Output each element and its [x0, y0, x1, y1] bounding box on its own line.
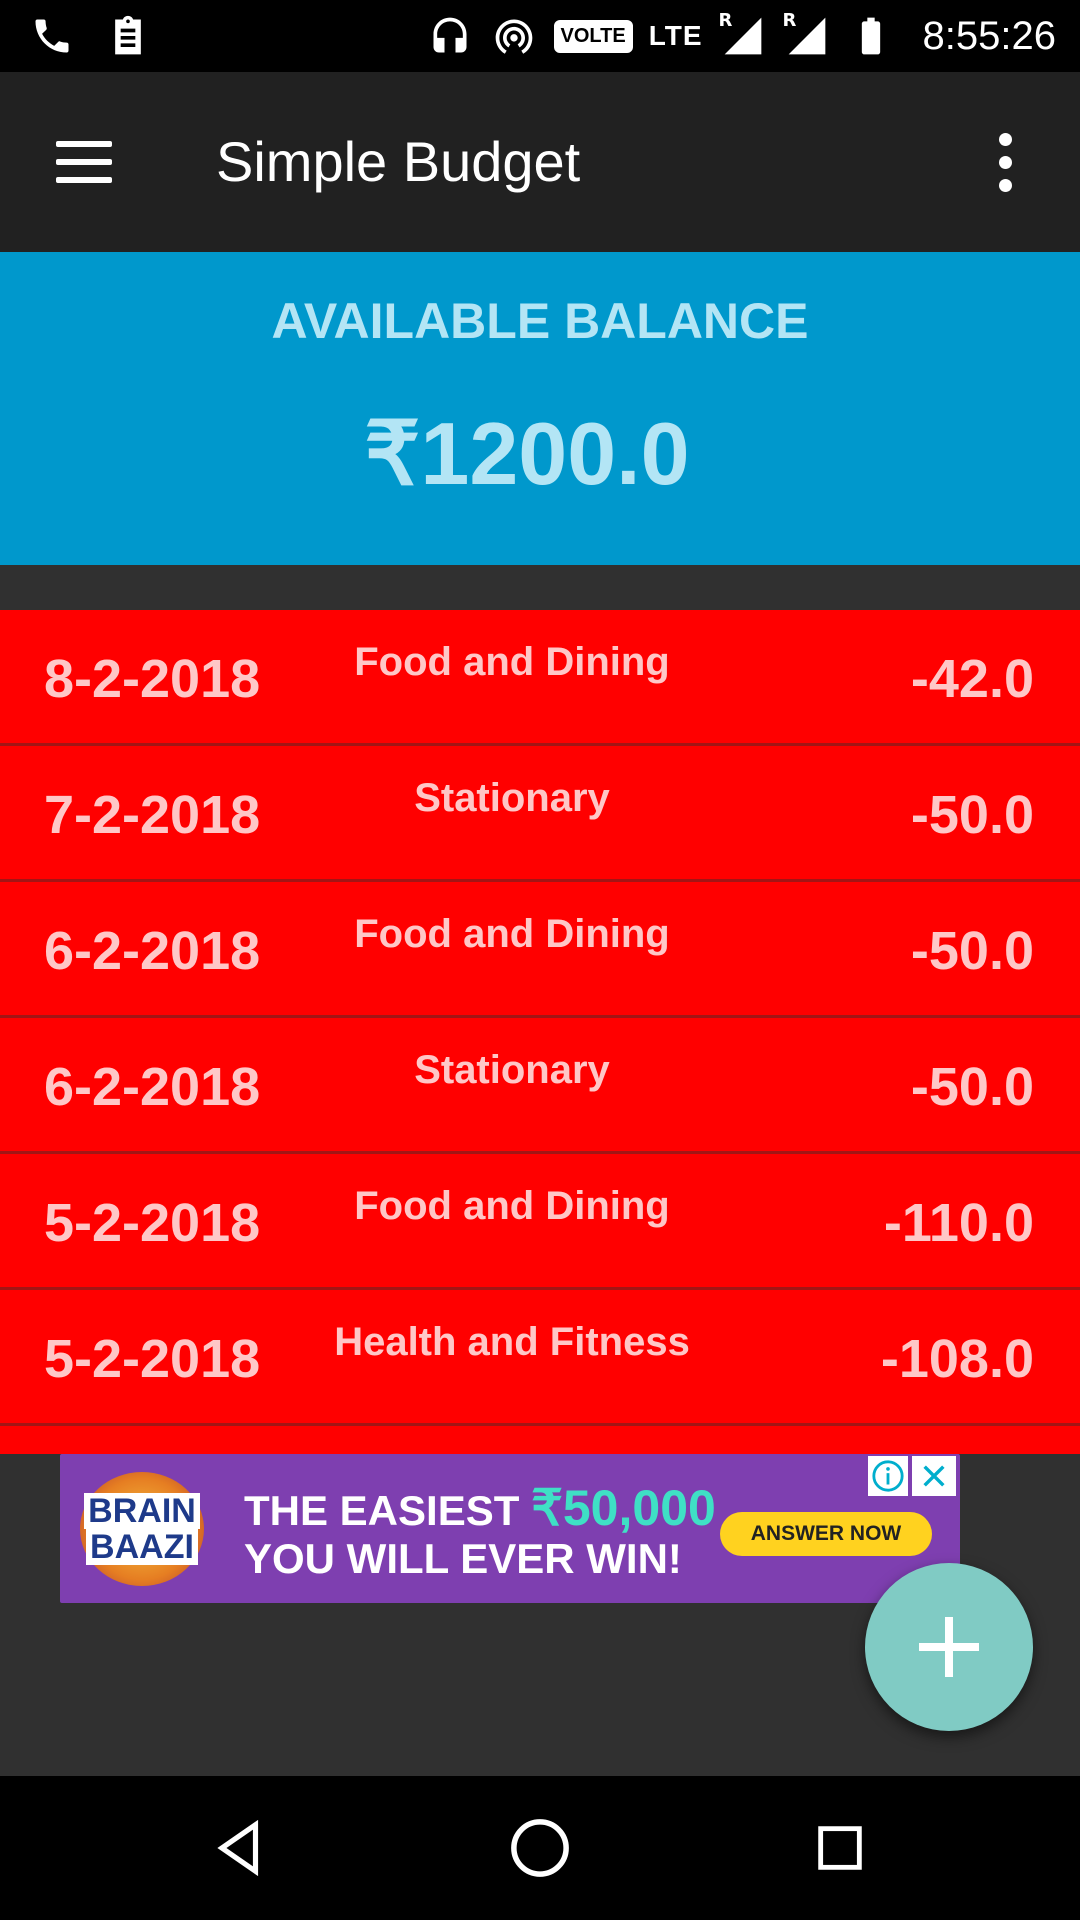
ad-logo: BRAIN BAAZI — [80, 1472, 204, 1586]
clock: 8:55:26 — [922, 13, 1056, 58]
recents-icon[interactable] — [790, 1798, 890, 1898]
status-bar: VOLTE LTE R R 8:55:26 — [0, 0, 1080, 72]
transaction-amount: -108.0 — [880, 1329, 1034, 1389]
overflow-menu-icon[interactable] — [970, 122, 1040, 202]
volte-icon: VOLTE — [553, 19, 633, 53]
transaction-category: Food and Dining — [354, 640, 670, 684]
hotspot-icon — [490, 12, 538, 60]
headset-icon — [426, 12, 474, 60]
clipboard-icon — [104, 12, 152, 60]
transaction-date: 5-2-2018 — [44, 1329, 261, 1389]
home-icon[interactable] — [490, 1798, 590, 1898]
transaction-date: 8-2-2018 — [44, 649, 261, 709]
add-transaction-button[interactable] — [865, 1563, 1033, 1731]
transaction-row-partial[interactable] — [0, 1426, 1080, 1454]
transaction-amount: -50.0 — [910, 785, 1034, 845]
phone-icon — [28, 12, 76, 60]
balance-label: AVAILABLE BALANCE — [271, 293, 809, 349]
menu-icon[interactable] — [40, 122, 130, 202]
ad-answer-now-button[interactable]: ANSWER NOW — [720, 1512, 932, 1556]
info-icon[interactable] — [868, 1456, 908, 1496]
transaction-amount: -110.0 — [883, 1193, 1034, 1253]
transaction-amount: -42.0 — [910, 649, 1034, 709]
signal-icon: R — [718, 10, 767, 60]
transaction-row[interactable]: 5-2-2018 Food and Dining -110.0 — [0, 1154, 1080, 1290]
transaction-list[interactable]: 8-2-2018 Food and Dining -42.0 7-2-2018 … — [0, 610, 1080, 1454]
transaction-date: 5-2-2018 — [44, 1193, 261, 1253]
app-bar: Simple Budget — [0, 72, 1080, 252]
battery-icon — [847, 12, 895, 60]
transaction-category: Food and Dining — [354, 1184, 670, 1228]
transaction-amount: -50.0 — [910, 921, 1034, 981]
roaming-indicator: R — [782, 10, 797, 31]
roaming-indicator: R — [718, 10, 733, 31]
ad-logo-line2: BAAZI — [86, 1529, 198, 1565]
ad-line1-prefix: THE EASIEST — [244, 1487, 532, 1534]
transaction-row[interactable]: 7-2-2018 Stationary -50.0 — [0, 746, 1080, 882]
plus-icon — [919, 1617, 979, 1677]
ad-prize-amount: ₹50,000 — [531, 1480, 716, 1536]
transaction-date: 7-2-2018 — [44, 785, 261, 845]
transaction-row[interactable]: 6-2-2018 Food and Dining -50.0 — [0, 882, 1080, 1018]
transaction-category: Stationary — [414, 1048, 610, 1092]
ad-logo-line1: BRAIN — [84, 1493, 200, 1529]
ad-line2: YOU WILL EVER WIN! — [244, 1535, 682, 1582]
transaction-category: Health and Fitness — [334, 1320, 690, 1364]
transaction-date: 6-2-2018 — [44, 1057, 261, 1117]
ad-banner[interactable]: BRAIN BAAZI THE EASIEST ₹50,000 YOU WILL… — [60, 1454, 960, 1603]
signal-icon: R — [782, 10, 831, 60]
transaction-amount: -50.0 — [910, 1057, 1034, 1117]
transaction-category: Stationary — [414, 776, 610, 820]
page-title: Simple Budget — [216, 130, 581, 193]
close-icon[interactable] — [912, 1456, 956, 1496]
balance-value: ₹1200.0 — [364, 404, 690, 503]
transaction-category: Food and Dining — [354, 912, 670, 956]
back-icon[interactable] — [190, 1798, 290, 1898]
lte-indicator: LTE — [648, 20, 703, 51]
navigation-bar — [0, 1776, 1080, 1920]
balance-panel: AVAILABLE BALANCE ₹1200.0 — [0, 252, 1080, 565]
transaction-date: 6-2-2018 — [44, 921, 261, 981]
transaction-row[interactable]: 8-2-2018 Food and Dining -42.0 — [0, 610, 1080, 746]
transaction-row[interactable]: 6-2-2018 Stationary -50.0 — [0, 1018, 1080, 1154]
ad-text: THE EASIEST ₹50,000 YOU WILL EVER WIN! — [244, 1483, 716, 1583]
transaction-row[interactable]: 5-2-2018 Health and Fitness -108.0 — [0, 1290, 1080, 1426]
